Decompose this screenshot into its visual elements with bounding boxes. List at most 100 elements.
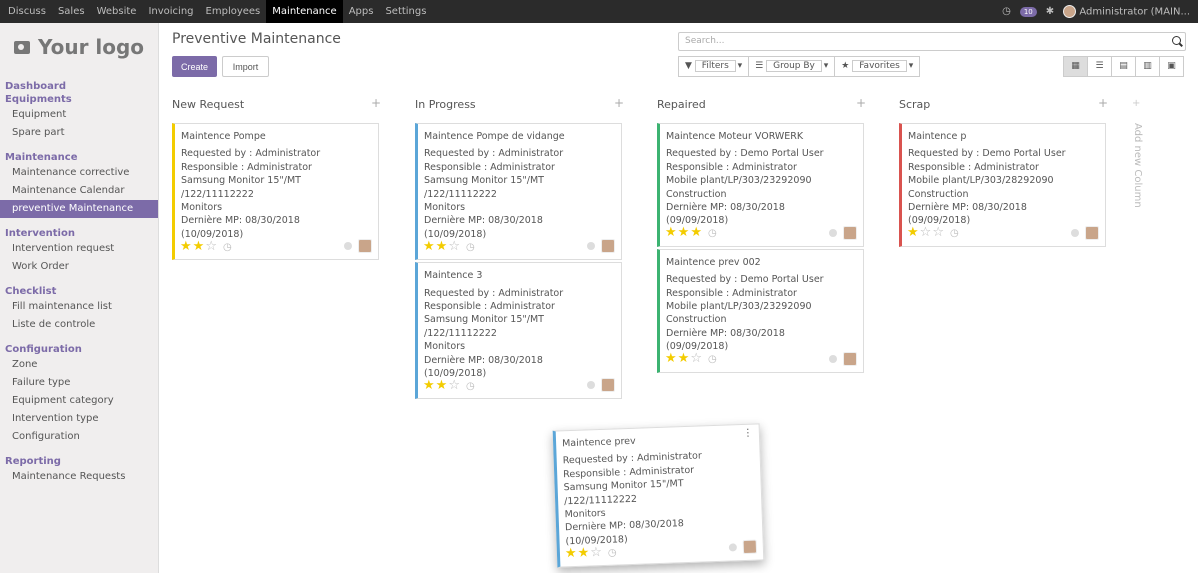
status-dot-icon[interactable] bbox=[344, 242, 352, 251]
kanban-card[interactable]: Maintence Pompe Requested by : Administra… bbox=[172, 123, 379, 261]
messages-badge[interactable]: 10 bbox=[1019, 6, 1037, 17]
menu-item-employees[interactable]: Employees bbox=[200, 0, 267, 23]
groupby-button[interactable]: ☰ Group By ▾ bbox=[748, 56, 836, 77]
kanban-card[interactable]: Maintence 3 Requested by : Administrator R… bbox=[415, 262, 622, 400]
sidebar-item[interactable]: preventive Maintenance bbox=[0, 200, 158, 218]
star-icon[interactable]: ★ bbox=[193, 239, 206, 254]
import-button[interactable]: Import bbox=[222, 56, 269, 77]
status-dot-icon[interactable] bbox=[587, 381, 595, 390]
kanban-view-icon[interactable]: ▦ bbox=[1063, 56, 1088, 77]
list-view-icon[interactable]: ☰ bbox=[1087, 56, 1112, 77]
column-title[interactable]: In Progress bbox=[415, 98, 476, 111]
sidebar-item[interactable]: Configuration bbox=[0, 428, 158, 446]
priority-stars[interactable]: ★☆☆ ◷ bbox=[907, 226, 960, 240]
priority-stars[interactable]: ★★☆ ◷ bbox=[665, 352, 718, 366]
calendar-view-icon[interactable]: ▣ bbox=[1159, 56, 1184, 77]
menu-item-invoicing[interactable]: Invoicing bbox=[142, 0, 199, 23]
sidebar-item[interactable]: Intervention type bbox=[0, 410, 158, 428]
star-icon[interactable]: ★ bbox=[665, 351, 678, 366]
priority-stars[interactable]: ★★☆ ◷ bbox=[423, 240, 476, 254]
column-title[interactable]: New Request bbox=[172, 98, 244, 111]
kanban-card[interactable]: Maintence Pompe de vidange Requested by :… bbox=[415, 123, 622, 261]
search-icon[interactable] bbox=[1172, 36, 1181, 45]
menu-item-sales[interactable]: Sales bbox=[52, 0, 91, 23]
menu-item-maintenance[interactable]: Maintenance bbox=[266, 0, 343, 23]
kanban-card[interactable]: Maintence p Requested by : Demo Portal Us… bbox=[899, 123, 1106, 247]
star-icon[interactable]: ☆ bbox=[920, 225, 933, 240]
star-icon[interactable]: ★ bbox=[436, 378, 449, 393]
status-dot-icon[interactable] bbox=[829, 354, 837, 363]
kanban-card[interactable]: Maintence prev Requested by : Administrat… bbox=[552, 423, 765, 568]
star-icon[interactable]: ☆ bbox=[690, 351, 703, 366]
star-icon[interactable]: ☆ bbox=[932, 225, 945, 240]
status-dot-icon[interactable] bbox=[728, 543, 737, 552]
clock-icon[interactable]: ◷ bbox=[1002, 6, 1011, 17]
sidebar-item[interactable]: Work Order bbox=[0, 258, 158, 276]
graph-view-icon[interactable]: ▥ bbox=[1135, 56, 1160, 77]
quick-create-icon[interactable]: + bbox=[371, 96, 381, 110]
sidebar-section-configuration[interactable]: Configuration bbox=[0, 343, 158, 356]
sidebar-section-checklist[interactable]: Checklist bbox=[0, 285, 158, 298]
sidebar-item[interactable]: Failure type bbox=[0, 374, 158, 392]
status-dot-icon[interactable] bbox=[587, 242, 595, 251]
priority-stars[interactable]: ★★☆ ◷ bbox=[180, 240, 233, 254]
card-menu-icon[interactable]: ⋮ bbox=[743, 427, 753, 441]
sidebar-item[interactable]: Zone bbox=[0, 356, 158, 374]
star-icon[interactable]: ★ bbox=[907, 225, 920, 240]
star-icon[interactable]: ★ bbox=[436, 239, 449, 254]
activity-clock-icon[interactable]: ◷ bbox=[950, 228, 960, 239]
search-input[interactable]: Search... bbox=[678, 32, 1186, 51]
priority-stars[interactable]: ★★★ ◷ bbox=[665, 226, 718, 240]
star-icon[interactable]: ☆ bbox=[205, 239, 218, 254]
activity-clock-icon[interactable]: ◷ bbox=[466, 381, 476, 392]
sidebar-item[interactable]: Maintenance Calendar bbox=[0, 182, 158, 200]
star-icon[interactable]: ★ bbox=[690, 225, 703, 240]
favorites-button[interactable]: ★ Favorites ▾ bbox=[834, 56, 921, 77]
menu-item-discuss[interactable]: Discuss bbox=[2, 0, 52, 23]
star-icon[interactable]: ★ bbox=[423, 239, 436, 254]
sidebar-section-dashboard[interactable]: Dashboard bbox=[0, 80, 158, 93]
plus-icon[interactable]: + bbox=[1132, 98, 1140, 109]
menu-item-website[interactable]: Website bbox=[91, 0, 143, 23]
quick-create-icon[interactable]: + bbox=[1098, 96, 1108, 110]
star-icon[interactable]: ☆ bbox=[448, 239, 461, 254]
sidebar-item[interactable]: Maintenance corrective bbox=[0, 164, 158, 182]
sidebar-item[interactable]: Fill maintenance list bbox=[0, 298, 158, 316]
star-icon[interactable]: ★ bbox=[678, 225, 691, 240]
menu-item-settings[interactable]: Settings bbox=[379, 0, 432, 23]
status-dot-icon[interactable] bbox=[1071, 228, 1079, 237]
sidebar-item[interactable]: Maintenance Requests bbox=[0, 468, 158, 486]
kanban-card[interactable]: Maintence Moteur VORWERK Requested by : D… bbox=[657, 123, 864, 247]
column-title[interactable]: Scrap bbox=[899, 98, 930, 111]
quick-create-icon[interactable]: + bbox=[614, 96, 624, 110]
bug-icon[interactable]: ✱ bbox=[1046, 6, 1054, 17]
status-dot-icon[interactable] bbox=[829, 228, 837, 237]
star-icon[interactable]: ★ bbox=[665, 225, 678, 240]
add-column[interactable]: + Add new Column bbox=[1132, 98, 1143, 208]
quick-create-icon[interactable]: + bbox=[856, 96, 866, 110]
sidebar-item[interactable]: Equipment bbox=[0, 106, 158, 124]
activity-clock-icon[interactable]: ◷ bbox=[708, 228, 718, 239]
menu-item-apps[interactable]: Apps bbox=[343, 0, 380, 23]
star-icon[interactable]: ☆ bbox=[590, 545, 603, 560]
kanban-card[interactable]: Maintence prev 002 Requested by : Demo Po… bbox=[657, 248, 864, 373]
star-icon[interactable]: ★ bbox=[577, 545, 590, 560]
priority-stars[interactable]: ★★☆ ◷ bbox=[423, 379, 476, 393]
activity-clock-icon[interactable]: ◷ bbox=[466, 242, 476, 253]
star-icon[interactable]: ★ bbox=[423, 378, 436, 393]
star-icon[interactable]: ☆ bbox=[448, 378, 461, 393]
sidebar-section-reporting[interactable]: Reporting bbox=[0, 455, 158, 468]
filters-button[interactable]: ▼ Filters ▾ bbox=[678, 56, 750, 77]
activity-clock-icon[interactable]: ◷ bbox=[708, 354, 718, 365]
sidebar-item[interactable]: Equipment category bbox=[0, 392, 158, 410]
sidebar-item[interactable]: Liste de controle bbox=[0, 316, 158, 334]
sidebar-item[interactable]: Intervention request bbox=[0, 240, 158, 258]
sidebar-section-intervention[interactable]: Intervention bbox=[0, 227, 158, 240]
user-menu[interactable]: Administrator (MAIN... bbox=[1063, 5, 1190, 18]
pivot-view-icon[interactable]: ▤ bbox=[1111, 56, 1136, 77]
activity-clock-icon[interactable]: ◷ bbox=[223, 242, 233, 253]
sidebar-item[interactable]: Spare part bbox=[0, 124, 158, 142]
star-icon[interactable]: ★ bbox=[180, 239, 193, 254]
sidebar-section-equipments[interactable]: Equipments bbox=[0, 93, 158, 106]
column-title[interactable]: Repaired bbox=[657, 98, 706, 111]
